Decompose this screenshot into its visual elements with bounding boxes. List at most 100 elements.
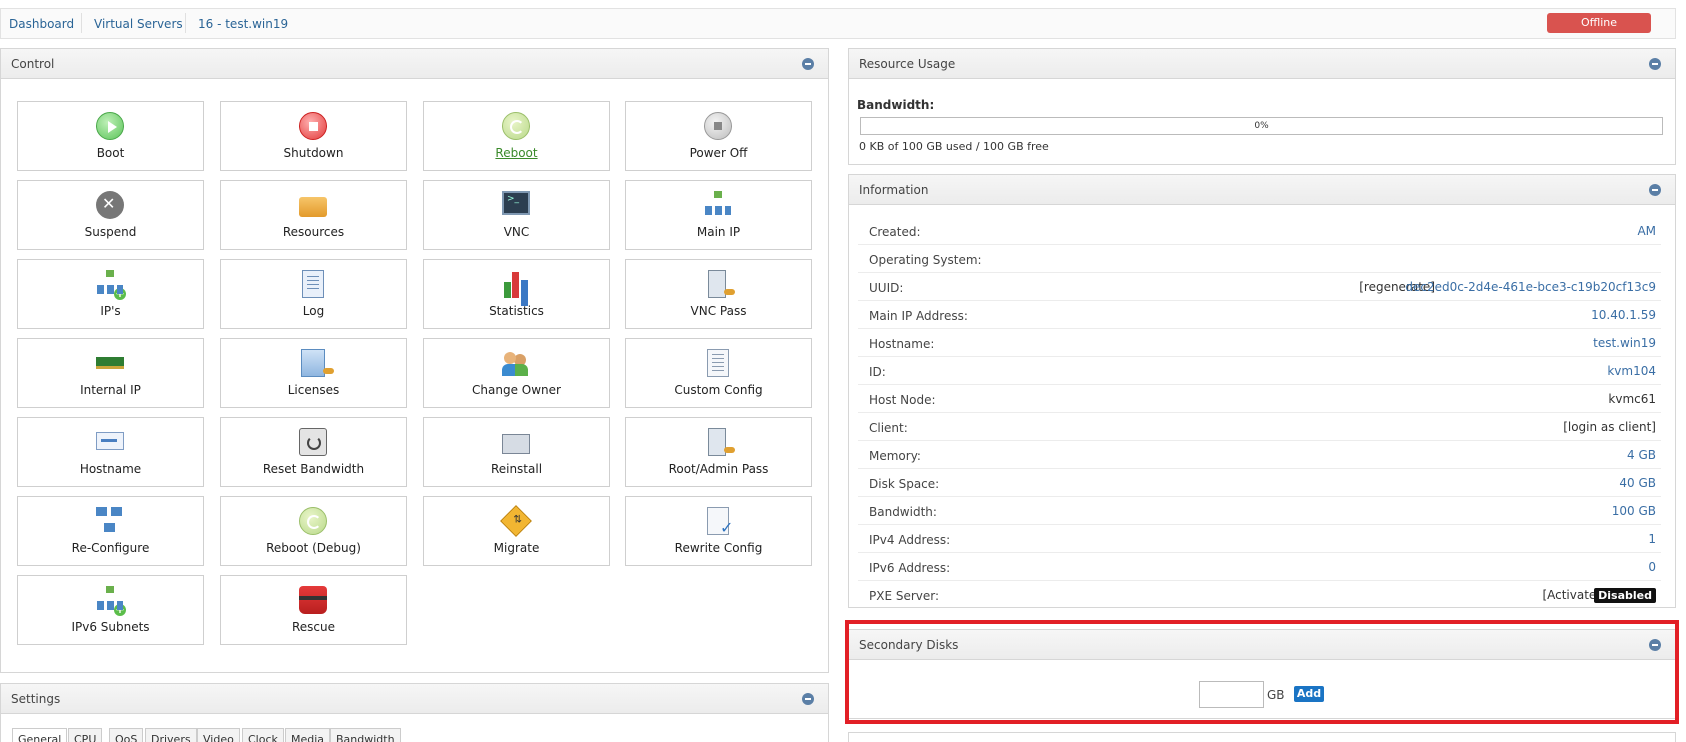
disk-space-value[interactable]: 40 GB [1619, 476, 1656, 490]
reboot-debug-button[interactable]: Reboot (Debug) [220, 496, 407, 566]
network-icon [704, 191, 732, 219]
reboot-button[interactable]: Reboot [423, 101, 610, 171]
suspend-button[interactable]: Suspend [17, 180, 204, 250]
info-row-memory: Memory: 4 GB [858, 441, 1661, 469]
tile-label: Resources [282, 225, 345, 239]
collapse-icon[interactable] [802, 693, 814, 705]
status-badge: Offline [1547, 13, 1651, 33]
tab-video[interactable]: Video [197, 728, 240, 742]
migrate-button[interactable]: Migrate [423, 496, 610, 566]
internal-ip-button[interactable]: Internal IP [17, 338, 204, 408]
tile-label: IP's [100, 304, 121, 318]
info-key: Host Node: [869, 393, 936, 407]
info-row-uuid: UUID: [regenerate] dec2ed0c-2d4e-461e-bc… [858, 273, 1661, 301]
ipv6-count-value[interactable]: 0 [1648, 560, 1656, 574]
resource-usage-header: Resource Usage [849, 49, 1675, 79]
info-row-disk-space: Disk Space: 40 GB [858, 469, 1661, 497]
change-owner-button[interactable]: Change Owner [423, 338, 610, 408]
shutdown-button[interactable]: Shutdown [220, 101, 407, 171]
pxe-activate-link[interactable]: [Activate] [1542, 588, 1601, 602]
hostname-button[interactable]: Hostname [17, 417, 204, 487]
suspend-icon [96, 191, 124, 219]
tile-label: Statistics [489, 304, 544, 318]
hostname-value[interactable]: test.win19 [1593, 336, 1656, 350]
info-key: PXE Server: [869, 589, 940, 603]
information-header: Information [849, 175, 1675, 205]
main-ip-value[interactable]: 10.40.1.59 [1591, 308, 1656, 322]
hostname-icon [96, 432, 124, 450]
tab-clock[interactable]: Clock [242, 728, 284, 742]
bandwidth-percent: 0% [1254, 121, 1269, 131]
tile-label: Reboot [495, 146, 538, 160]
info-row-ipv4: IPv4 Address: 1 [858, 525, 1661, 553]
bandwidth-value[interactable]: 100 GB [1612, 504, 1656, 518]
info-row-hostname: Hostname: test.win19 [858, 329, 1661, 357]
reset-bandwidth-button[interactable]: Reset Bandwidth [220, 417, 407, 487]
tile-label: Custom Config [674, 383, 763, 397]
info-row-host-node: Host Node: kvmc61 [858, 385, 1661, 413]
tab-drivers[interactable]: Drivers [145, 728, 197, 742]
reconfigure-icon [96, 507, 124, 535]
custom-config-button[interactable]: Custom Config [625, 338, 812, 408]
info-key: IPv4 Address: [869, 533, 951, 547]
tab-cpu[interactable]: CPU [68, 728, 103, 742]
migrate-icon [500, 505, 532, 537]
tab-bandwidth[interactable]: Bandwidth [330, 728, 401, 742]
memory-value[interactable]: 4 GB [1627, 448, 1656, 462]
tab-media[interactable]: Media [285, 728, 331, 742]
vnc-button[interactable]: VNC [423, 180, 610, 250]
bandwidth-label: Bandwidth: [857, 98, 935, 112]
resources-button[interactable]: Resources [220, 180, 407, 250]
ipv4-count-value[interactable]: 1 [1648, 532, 1656, 546]
tab-qos[interactable]: QoS [109, 728, 144, 742]
license-icon [301, 349, 334, 377]
main-ip-button[interactable]: Main IP [625, 180, 812, 250]
vnc-pass-button[interactable]: VNC Pass [625, 259, 812, 329]
breadcrumb-dashboard[interactable]: Dashboard [9, 17, 74, 31]
tile-label: Shutdown [283, 146, 344, 160]
ipv6-network-icon: + [96, 586, 126, 616]
power-off-button[interactable]: Power Off [625, 101, 812, 171]
tile-label: Change Owner [472, 383, 561, 397]
ipv6-subnets-button[interactable]: + IPv6 Subnets [17, 575, 204, 645]
licenses-button[interactable]: Licenses [220, 338, 407, 408]
reinstall-button[interactable]: Reinstall [423, 417, 610, 487]
reconfigure-button[interactable]: Re-Configure [17, 496, 204, 566]
info-row-main-ip: Main IP Address: 10.40.1.59 [858, 301, 1661, 329]
root-password-icon [708, 428, 735, 456]
rescue-button[interactable]: Rescue [220, 575, 407, 645]
info-key: Operating System: [869, 253, 982, 267]
info-key: Memory: [869, 449, 921, 463]
collapse-icon[interactable] [802, 58, 814, 70]
boot-button[interactable]: Boot [17, 101, 204, 171]
login-as-client-link[interactable]: [login as client] [1563, 420, 1656, 434]
breadcrumb-virtual-servers[interactable]: Virtual Servers [94, 17, 183, 31]
log-button[interactable]: Log [220, 259, 407, 329]
collapse-icon[interactable] [1649, 184, 1661, 196]
bar-chart-icon [502, 270, 530, 298]
info-key: Disk Space: [869, 477, 940, 491]
panel-title: Resource Usage [859, 57, 956, 71]
log-icon [302, 270, 324, 298]
info-key: ID: [869, 365, 886, 379]
play-icon [96, 112, 124, 140]
breadcrumb-current-server[interactable]: 16 - test.win19 [198, 17, 288, 31]
id-value[interactable]: kvm104 [1607, 364, 1656, 378]
breadcrumb-separator [185, 13, 186, 33]
tile-label: Suspend [84, 225, 137, 239]
statistics-button[interactable]: Statistics [423, 259, 610, 329]
info-row-os: Operating System: [858, 245, 1661, 273]
network-add-icon: + [96, 270, 126, 300]
tile-label: Re-Configure [71, 541, 150, 555]
tab-general[interactable]: General [12, 728, 68, 742]
info-key: Hostname: [869, 337, 935, 351]
ips-button[interactable]: + IP's [17, 259, 204, 329]
life-vest-icon [299, 586, 327, 614]
rewrite-config-button[interactable]: Rewrite Config [625, 496, 812, 566]
root-admin-pass-button[interactable]: Root/Admin Pass [625, 417, 812, 487]
created-value: AM [1637, 224, 1656, 238]
tile-label: Licenses [287, 383, 340, 397]
info-row-client: Client: [login as client] [858, 413, 1661, 441]
pxe-status-badge: Disabled [1594, 588, 1656, 603]
collapse-icon[interactable] [1649, 58, 1661, 70]
